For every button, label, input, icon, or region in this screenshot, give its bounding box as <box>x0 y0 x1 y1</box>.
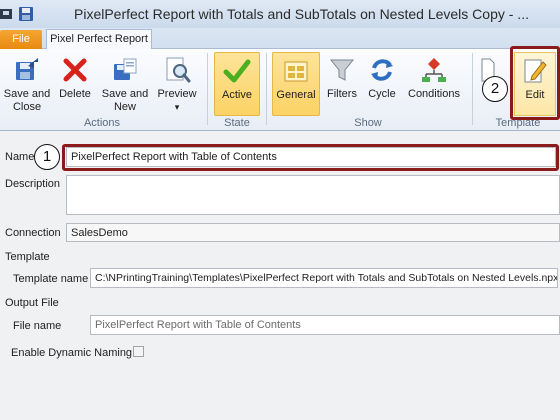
cycle-icon <box>371 59 393 81</box>
filters-button[interactable]: Filters <box>322 52 362 116</box>
save-new-icon <box>114 58 137 80</box>
connection-label: Connection <box>5 227 61 239</box>
connection-field[interactable]: SalesDemo <box>66 223 560 242</box>
conditions-icon <box>422 58 446 82</box>
template-name-label: Template name <box>13 273 89 285</box>
delete-button[interactable]: Delete <box>54 52 96 116</box>
title-bar: PixelPerfect Report with Totals and SubT… <box>0 0 560 28</box>
file-name-label: File name <box>13 320 62 332</box>
group-separator <box>207 53 208 125</box>
tab-file[interactable]: File <box>0 30 42 49</box>
group-label-show: Show <box>354 117 382 129</box>
file-name-field[interactable]: PixelPerfect Report with Table of Conten… <box>90 315 560 335</box>
enable-dynamic-naming-checkbox[interactable] <box>133 346 144 357</box>
chevron-down-icon: ▾ <box>174 102 180 112</box>
save-icon[interactable] <box>18 6 34 22</box>
filter-icon <box>329 59 355 81</box>
preview-button[interactable]: Preview ▾ <box>154 52 200 116</box>
group-label-state: State <box>224 117 250 129</box>
general-icon <box>284 61 308 82</box>
group-separator <box>266 53 267 125</box>
callout-badge-1: 1 <box>34 144 60 170</box>
save-close-icon <box>16 58 38 80</box>
tab-pixel-perfect-report[interactable]: Pixel Perfect Report <box>46 29 152 50</box>
callout-highlight-name <box>62 144 559 171</box>
group-label-actions: Actions <box>83 117 121 129</box>
app-icon[interactable] <box>0 6 14 22</box>
template-section-label: Template <box>5 251 50 263</box>
group-separator <box>472 53 473 125</box>
save-and-close-button[interactable]: Save and Close <box>2 52 52 116</box>
window-title: PixelPerfect Report with Totals and SubT… <box>74 6 529 22</box>
description-label: Description <box>5 178 61 190</box>
callout-badge-2: 2 <box>482 76 508 102</box>
template-name-field[interactable]: C:\NPrintingTraining\Templates\PixelPerf… <box>90 268 558 288</box>
name-label: Name <box>5 151 35 163</box>
callout-highlight-edit <box>510 46 560 120</box>
description-field[interactable] <box>66 175 560 215</box>
delete-icon <box>63 58 87 82</box>
output-file-section-label: Output File <box>5 297 59 309</box>
cycle-button[interactable]: Cycle <box>364 52 400 116</box>
enable-dynamic-naming-label: Enable Dynamic Naming <box>11 347 133 359</box>
ribbon: Save and Close Delete Save and New Previ… <box>0 49 560 131</box>
conditions-button[interactable]: Conditions <box>404 52 464 116</box>
preview-icon <box>166 57 191 83</box>
save-and-new-button[interactable]: Save and New <box>100 52 150 116</box>
general-button[interactable]: General <box>272 52 320 116</box>
active-toggle-button[interactable]: Active <box>214 52 260 116</box>
checkmark-icon <box>223 59 251 83</box>
